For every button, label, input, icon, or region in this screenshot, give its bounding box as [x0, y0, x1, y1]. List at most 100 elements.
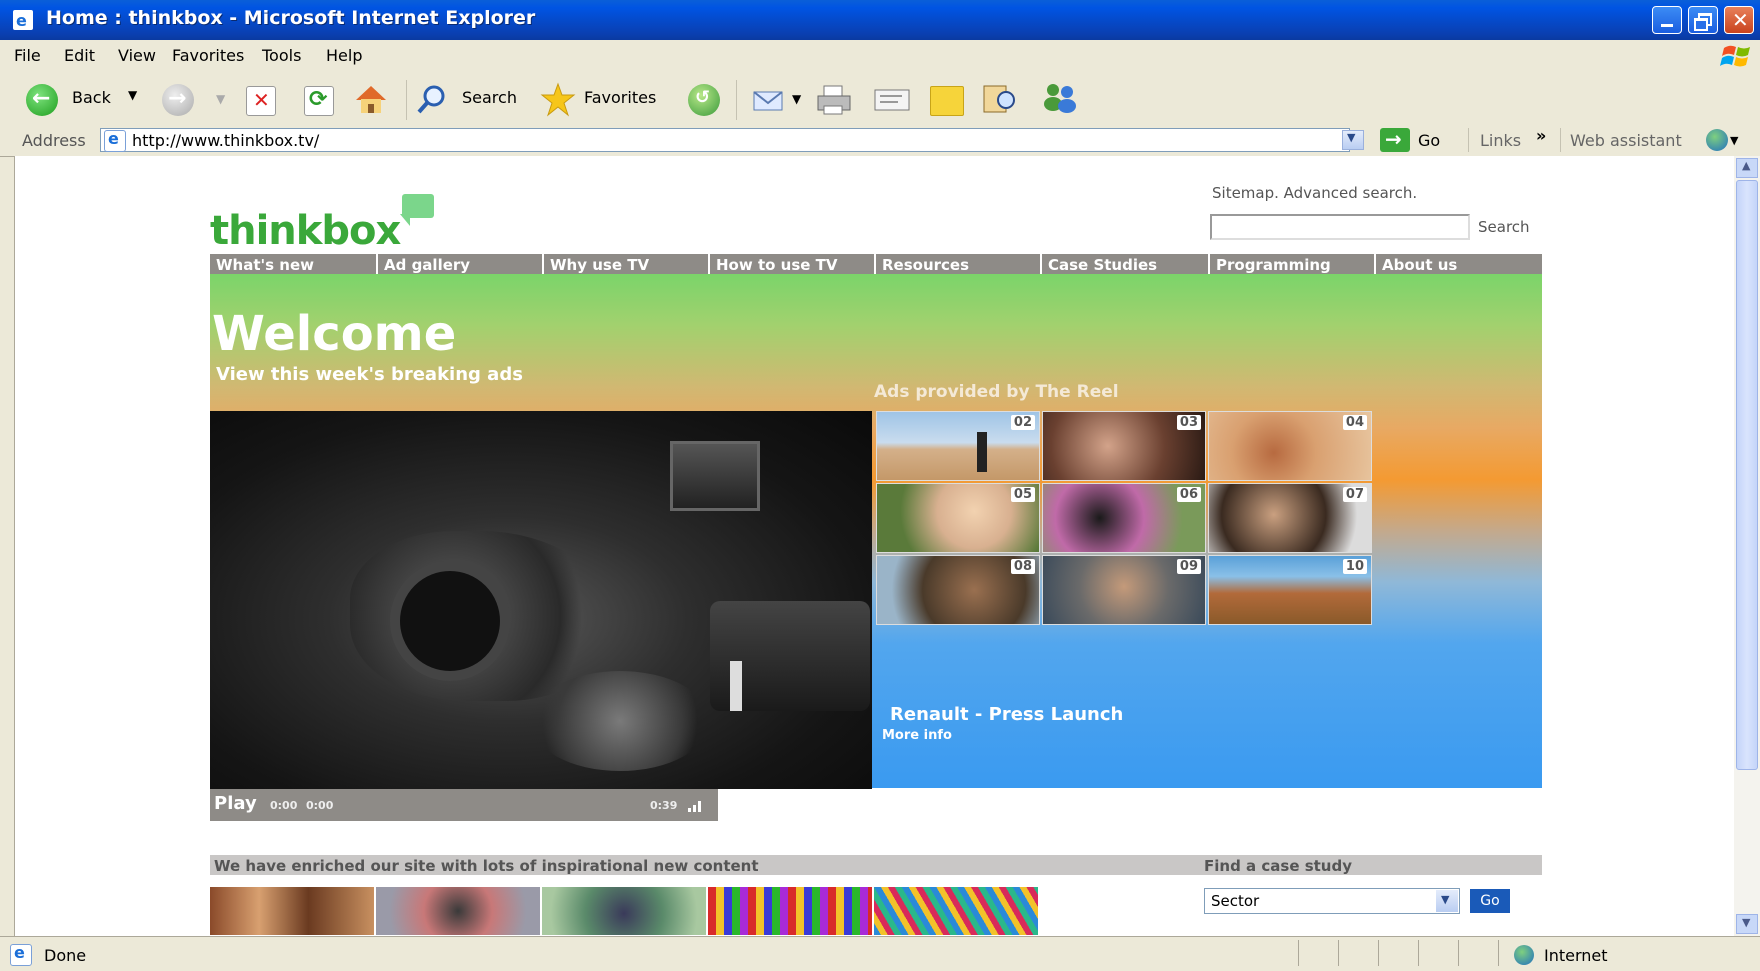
content-tile-2[interactable] [376, 887, 540, 935]
web-assistant-label[interactable]: Web assistant [1570, 131, 1682, 150]
menu-help[interactable]: Help [326, 46, 362, 65]
search-icon [417, 85, 445, 114]
history-button[interactable]: ↺ [688, 84, 720, 116]
go-button[interactable]: → [1380, 127, 1410, 152]
search-toolbar-button[interactable] [416, 84, 448, 116]
thumbnail-07[interactable]: 07 [1208, 483, 1372, 553]
back-label[interactable]: Back [72, 88, 111, 107]
status-divider [1418, 940, 1419, 966]
play-button[interactable]: Play [214, 793, 257, 814]
nav-case-studies[interactable]: Case Studies [1040, 254, 1208, 274]
scroll-down-button[interactable]: ▼ [1736, 914, 1758, 934]
mail-button[interactable] [752, 86, 786, 114]
menu-file[interactable]: File [14, 46, 41, 65]
favorites-label[interactable]: Favorites [584, 88, 656, 107]
internet-zone-icon [1514, 945, 1534, 965]
forward-dropdown-icon[interactable]: ▼ [216, 92, 225, 106]
links-label[interactable]: Links [1480, 131, 1521, 150]
hand-shape [530, 671, 710, 771]
discuss-button[interactable] [928, 84, 964, 116]
status-bar [0, 936, 1760, 971]
close-button[interactable]: ✕ [1724, 6, 1754, 34]
site-search-input[interactable] [1210, 214, 1470, 240]
nav-about-us[interactable]: About us [1374, 254, 1542, 274]
featured-ad-title[interactable]: Renault - Press Launch [890, 704, 1123, 725]
address-dropdown-button[interactable]: ▼ [1342, 130, 1364, 150]
chevron-down-icon[interactable]: ▼ [1436, 890, 1458, 912]
logo-bubble-tail [400, 214, 410, 226]
mail-dropdown-icon[interactable]: ▼ [792, 92, 801, 106]
nav-how-to-use-tv[interactable]: How to use TV [708, 254, 874, 274]
stop-button[interactable]: ✕ [246, 86, 276, 116]
time-duration: 0:39 [650, 799, 678, 812]
security-zone: Internet [1544, 946, 1608, 965]
time-elapsed: 0:00 [270, 799, 298, 812]
chevron-down-icon: ▼ [1742, 916, 1751, 929]
print-button[interactable] [814, 84, 854, 116]
status-text: Done [44, 946, 87, 965]
home-button[interactable] [352, 82, 390, 116]
thumbnail-10[interactable]: 10 [1208, 555, 1372, 625]
site-search-button[interactable]: Search [1478, 218, 1530, 236]
thumbnail-03[interactable]: 03 [1042, 411, 1206, 481]
messenger-button[interactable] [1040, 80, 1080, 116]
video-player-screen[interactable] [210, 411, 872, 789]
refresh-icon: ⟳ [309, 87, 328, 112]
nav-why-use-tv[interactable]: Why use TV [542, 254, 708, 274]
chevron-down-icon: ▼ [1347, 131, 1356, 144]
status-divider [1298, 940, 1299, 966]
edit-button[interactable] [872, 86, 912, 114]
nav-ad-gallery[interactable]: Ad gallery [376, 254, 542, 274]
address-url[interactable]: http://www.thinkbox.tv/ [132, 131, 319, 150]
links-chevron-icon[interactable]: » [1536, 126, 1546, 145]
thumbnail-04[interactable]: 04 [1208, 411, 1372, 481]
title-bar[interactable]: e Home : thinkbox - Microsoft Internet E… [0, 0, 1760, 40]
nav-whats-new[interactable]: What's new [210, 254, 376, 274]
nav-programming[interactable]: Programming [1208, 254, 1374, 274]
go-label[interactable]: Go [1418, 131, 1440, 150]
favorites-button[interactable] [540, 82, 576, 118]
volume-icon[interactable] [688, 800, 706, 812]
search-toolbar-label[interactable]: Search [462, 88, 517, 107]
sector-select[interactable]: Sector ▼ [1204, 888, 1460, 914]
thumbnail-02[interactable]: 02 [876, 411, 1040, 481]
welcome-subtitle[interactable]: View this week's breaking ads [216, 364, 523, 385]
globe-icon[interactable] [1706, 129, 1728, 151]
research-button[interactable] [980, 82, 1020, 116]
menu-favorites[interactable]: Favorites [172, 46, 244, 65]
thinkbox-logo[interactable]: thinkbox [210, 208, 401, 254]
more-info-link[interactable]: More info [882, 728, 952, 743]
thumbnail-09[interactable]: 09 [1042, 555, 1206, 625]
forward-button[interactable]: → [162, 84, 194, 116]
menu-edit[interactable]: Edit [64, 46, 95, 65]
welcome-title: Welcome [212, 306, 457, 362]
refresh-button[interactable]: ⟳ [304, 86, 334, 116]
content-tile-5[interactable] [874, 887, 1038, 935]
scrollbar-thumb[interactable] [1736, 180, 1758, 770]
content-tile-4[interactable] [708, 887, 872, 935]
content-tile-1[interactable] [210, 887, 374, 935]
sector-go-button[interactable]: Go [1470, 889, 1510, 913]
web-assistant-dropdown-icon[interactable]: ▼ [1730, 134, 1738, 147]
minimize-button[interactable] [1652, 6, 1682, 34]
status-divider [1338, 940, 1339, 966]
sitemap-advanced-search-links[interactable]: Sitemap. Advanced search. [1212, 184, 1417, 202]
thumbnail-06[interactable]: 06 [1042, 483, 1206, 553]
menu-tools[interactable]: Tools [262, 46, 301, 65]
find-case-study-heading: Find a case study [1200, 855, 1542, 875]
stop-icon: ✕ [253, 88, 270, 112]
messenger-icon [1044, 84, 1076, 113]
printer-icon [817, 85, 851, 115]
restore-button[interactable] [1688, 6, 1718, 34]
back-button[interactable]: ← [26, 84, 60, 118]
menu-view[interactable]: View [118, 46, 156, 65]
mail-icon [753, 91, 783, 111]
nav-resources[interactable]: Resources [874, 254, 1040, 274]
thumbnail-05[interactable]: 05 [876, 483, 1040, 553]
time-buffered: 0:00 [306, 799, 334, 812]
status-divider [1458, 940, 1459, 966]
back-dropdown-icon[interactable]: ▼ [128, 88, 137, 102]
scroll-up-button[interactable]: ▲ [1736, 158, 1758, 178]
thumbnail-08[interactable]: 08 [876, 555, 1040, 625]
content-tile-3[interactable] [542, 887, 706, 935]
